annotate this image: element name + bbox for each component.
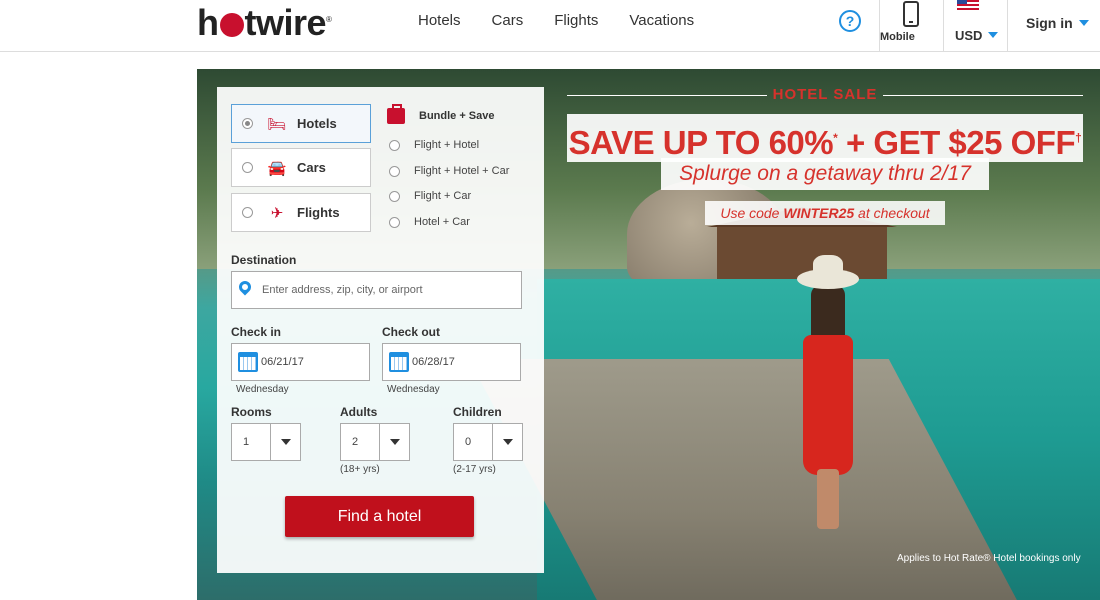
nav-flights[interactable]: Flights (554, 12, 598, 29)
nav-vacations[interactable]: Vacations (629, 12, 694, 29)
checkin-value: 06/21/17 (261, 356, 304, 368)
nav-cars[interactable]: Cars (492, 12, 524, 29)
main-nav: Hotels Cars Flights Vacations (418, 12, 725, 29)
tab-hotels[interactable]: 🛏 Hotels (231, 104, 371, 143)
radio-flight-hotel[interactable] (389, 139, 400, 151)
plane-icon: ✈ (270, 204, 284, 222)
children-select[interactable]: 0 (453, 423, 523, 461)
adults-select[interactable]: 2 (340, 423, 410, 461)
map-pin-icon (236, 278, 254, 296)
us-flag-icon (957, 0, 979, 10)
tab-flights-label: Flights (297, 205, 340, 220)
radio-hotel-car[interactable] (389, 216, 400, 228)
radio-flight-car[interactable] (389, 190, 400, 202)
radio-flights[interactable] (242, 207, 253, 218)
nav-hotels[interactable]: Hotels (418, 12, 461, 29)
logo-dot-icon (219, 13, 244, 37)
radio-hotels[interactable] (242, 118, 253, 129)
destination-input[interactable] (262, 272, 517, 308)
find-hotel-button[interactable]: Find a hotel (285, 496, 474, 537)
bundle-option[interactable]: Flight + Hotel + Car (389, 165, 509, 177)
header-divider (1007, 0, 1008, 52)
checkin-field[interactable]: 06/21/17 (231, 343, 370, 381)
adults-label: Adults (340, 405, 378, 419)
promo-subline: Splurge on a getaway thru 2/17 (661, 158, 989, 190)
signin-label: Sign in (1026, 15, 1073, 31)
car-icon: 🚘 (267, 159, 287, 177)
hotwire-logo[interactable]: h twire® (197, 2, 332, 44)
checkin-day: Wednesday (236, 384, 289, 395)
promo-label: HOTEL SALE (567, 86, 1083, 103)
radio-flight-hotel-car[interactable] (389, 165, 400, 177)
search-card: 🛏 Hotels 🚘 Cars ✈ Flights Bundle + Save … (217, 87, 544, 573)
tab-hotels-label: Hotels (297, 116, 337, 131)
suitcase-icon (387, 104, 405, 124)
bundle-option[interactable]: Flight + Car (389, 190, 471, 202)
checkin-label: Check in (231, 325, 282, 339)
bundle-option[interactable]: Flight + Hotel (389, 139, 479, 151)
checkout-label: Check out (382, 325, 441, 339)
calendar-icon (389, 352, 409, 372)
hero-woman (797, 255, 859, 529)
currency-selector[interactable]: USD (944, 0, 1006, 52)
signin-menu[interactable]: Sign in (1026, 15, 1089, 31)
mobile-phone-icon (903, 1, 919, 27)
chevron-down-icon (270, 424, 300, 460)
destination-field[interactable] (231, 271, 522, 309)
chevron-down-icon (379, 424, 409, 460)
help-icon[interactable]: ? (839, 10, 861, 32)
tab-flights[interactable]: ✈ Flights (231, 193, 371, 232)
children-hint: (2-17 yrs) (453, 464, 496, 475)
chevron-down-icon (988, 32, 999, 38)
promo-code: Use code WINTER25 at checkout (705, 201, 945, 225)
chevron-down-icon (1078, 20, 1089, 26)
radio-cars[interactable] (242, 162, 253, 173)
bed-icon: 🛏 (267, 115, 287, 133)
promo-headline[interactable]: SAVE UP TO 60%* + GET $25 OFF† (567, 114, 1083, 162)
checkout-value: 06/28/17 (412, 356, 455, 368)
checkout-day: Wednesday (387, 384, 440, 395)
rooms-select[interactable]: 1 (231, 423, 301, 461)
currency-label: USD (955, 28, 983, 43)
children-label: Children (453, 405, 502, 419)
destination-label: Destination (231, 253, 297, 267)
bundle-option[interactable]: Hotel + Car (389, 216, 470, 228)
mobile-label: Mobile (880, 31, 915, 43)
calendar-icon (238, 352, 258, 372)
tab-cars[interactable]: 🚘 Cars (231, 148, 371, 187)
promo-fine-print: Applies to Hot Rate® Hotel bookings only (897, 553, 1081, 564)
site-header: h twire® Hotels Cars Flights Vacations ? … (0, 0, 1100, 52)
rooms-label: Rooms (231, 405, 272, 419)
chevron-down-icon (492, 424, 522, 460)
mobile-link[interactable]: Mobile (880, 0, 942, 52)
tab-cars-label: Cars (297, 160, 326, 175)
adults-hint: (18+ yrs) (340, 464, 380, 475)
checkout-field[interactable]: 06/28/17 (382, 343, 521, 381)
